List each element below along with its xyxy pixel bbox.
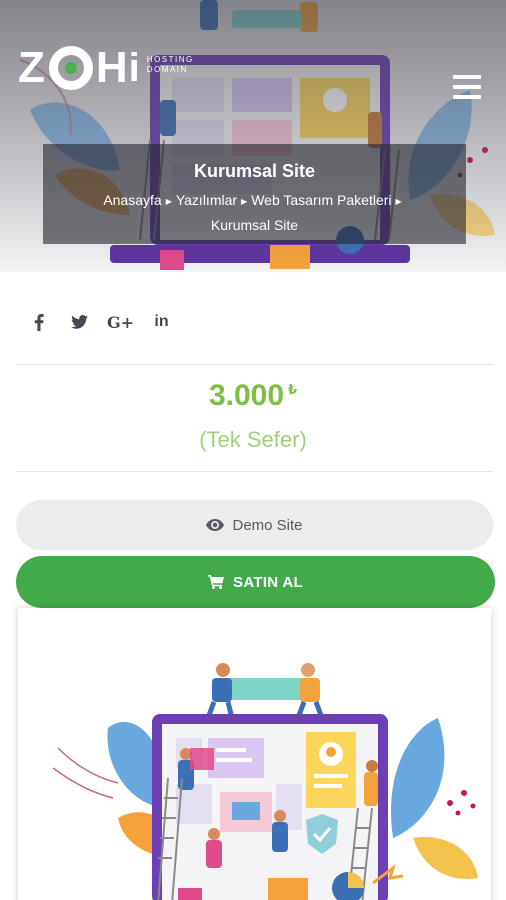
price-amount: 3.000 <box>208 379 285 412</box>
logo-sub-hosting: HOSTING <box>146 55 194 64</box>
linkedin-label: in <box>154 313 169 330</box>
page-title: Kurumsal Site <box>193 161 316 181</box>
google-plus-label: G+ <box>106 312 135 332</box>
logo-o-mark <box>48 46 93 90</box>
demo-site-label: Demo Site <box>232 516 303 534</box>
breadcrumb-separator-icon: ▶ <box>241 197 248 206</box>
breadcrumb-separator-icon: ▶ <box>395 197 402 206</box>
price-period: (Tek Sefer) <box>199 427 307 452</box>
logo-sub-domain: DOMAIN <box>146 65 188 74</box>
facebook-icon[interactable] <box>18 306 59 338</box>
page-title-box: Kurumsal Site Anasayfa ▶ Yazılımlar ▶ Web Ta… <box>43 144 466 244</box>
breadcrumb-separator-icon: ▶ <box>165 197 172 206</box>
demo-site-button[interactable]: Demo Site <box>16 500 493 550</box>
google-plus-icon[interactable]: G+ <box>100 306 141 338</box>
divider-top <box>16 364 493 365</box>
logo-wordmark: Z Hi <box>18 43 141 92</box>
breadcrumb-web-design-packages[interactable]: Web Tasarım Paketleri <box>251 192 391 208</box>
logo-subtitle: HOSTING DOMAIN <box>147 55 194 75</box>
linkedin-icon[interactable]: in <box>141 306 182 338</box>
product-image-card <box>18 608 491 900</box>
breadcrumb-software[interactable]: Yazılımlar <box>176 192 237 208</box>
shopping-cart-icon <box>208 575 225 589</box>
breadcrumb-home[interactable]: Anasayfa <box>103 192 161 208</box>
buy-label: SATIN AL <box>233 573 303 591</box>
price-block: 3.000 ₺ <box>0 378 506 414</box>
site-logo[interactable]: Z Hi HOSTING DOMAIN <box>18 44 194 92</box>
breadcrumb: Anasayfa ▶ Yazılımlar ▶ Web Tasarım Paketler… <box>43 189 466 236</box>
hero-banner: Z Hi HOSTING DOMAIN Kurumsal Site Anasay… <box>0 0 506 272</box>
product-illustration <box>52 663 478 900</box>
price-currency: ₺ <box>288 382 298 397</box>
eye-icon <box>206 519 225 531</box>
divider-bottom <box>16 471 493 472</box>
social-share-bar: G+ in <box>18 306 182 338</box>
hamburger-menu-icon[interactable] <box>453 75 481 99</box>
breadcrumb-current: Kurumsal Site <box>210 217 299 233</box>
buy-button[interactable]: SATIN AL <box>16 556 495 608</box>
twitter-icon[interactable] <box>59 306 100 338</box>
